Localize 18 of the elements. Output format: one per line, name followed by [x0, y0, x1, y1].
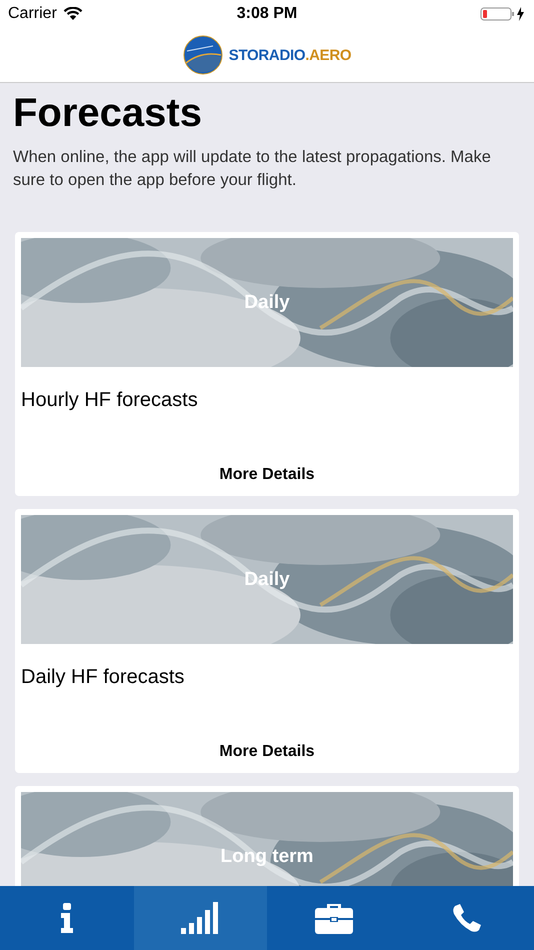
tab-bar-item[interactable]: [134, 886, 267, 950]
more-details-button[interactable]: More Details: [211, 739, 323, 765]
page-description: When online, the app will update to the latest propagations. Make sure to open the app before your flight.: [13, 147, 492, 191]
card-title: Hourly HF forecasts: [21, 389, 199, 412]
logo-icon: [182, 35, 223, 75]
brand-name: STORADIO.AERO: [228, 46, 352, 64]
banner-label: Long term: [220, 846, 314, 868]
battery-icon: [480, 6, 526, 22]
status-time: 3:08 PM: [236, 5, 298, 23]
page-title: Forecasts: [13, 91, 203, 136]
card-title: Daily HF forecasts: [21, 666, 186, 689]
more-details-button[interactable]: More Details: [211, 462, 323, 488]
signal-bars-icon: [181, 902, 220, 934]
info-icon: [60, 903, 74, 933]
wifi-icon: [62, 7, 83, 21]
carrier-label: Carrier: [8, 5, 57, 23]
phone-icon: [452, 903, 482, 933]
briefcase-icon: [314, 902, 353, 934]
